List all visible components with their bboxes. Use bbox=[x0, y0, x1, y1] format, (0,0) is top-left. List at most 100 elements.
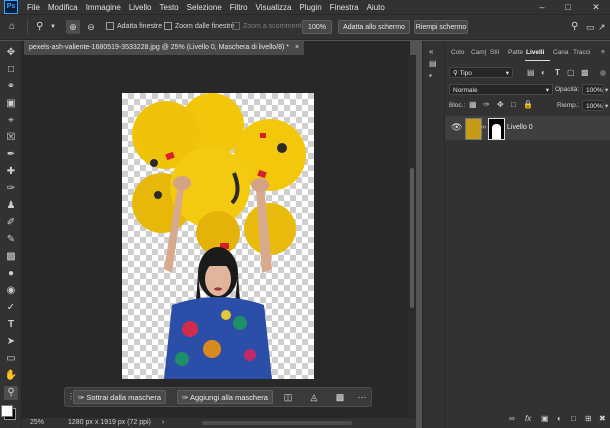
layer-thumbnail[interactable] bbox=[465, 118, 482, 140]
menu-livello[interactable]: Livello bbox=[125, 3, 156, 12]
crop-tool-icon[interactable]: ⌖ bbox=[4, 114, 18, 128]
dodge-tool-icon[interactable]: ◉ bbox=[4, 284, 18, 298]
properties-panel-icon[interactable]: ▤ bbox=[429, 59, 437, 68]
comments-panel-icon[interactable]: ▪ bbox=[429, 71, 432, 80]
fill-field[interactable]: 100% bbox=[582, 100, 604, 111]
filter-toggle[interactable] bbox=[600, 70, 606, 76]
add-to-mask-button[interactable]: ✑ Aggiungi alla maschera bbox=[177, 390, 273, 404]
menu-testo[interactable]: Testo bbox=[156, 3, 183, 12]
link-layers-icon[interactable]: ∞ bbox=[509, 414, 515, 423]
vertical-scrollbar-thumb[interactable] bbox=[410, 168, 414, 308]
status-menu-icon[interactable]: › bbox=[162, 419, 164, 426]
rectangle-tool-icon[interactable]: ▭ bbox=[4, 352, 18, 366]
share-icon[interactable]: ↗ bbox=[598, 15, 606, 39]
menu-modifica[interactable]: Modifica bbox=[44, 3, 82, 12]
layer-mask-thumbnail[interactable] bbox=[488, 118, 505, 140]
mask-options-icon[interactable]: ◫ bbox=[281, 390, 295, 404]
history-brush-tool-icon[interactable]: ✐ bbox=[4, 216, 18, 230]
riempi-schermo-button[interactable]: Riempi schermo bbox=[414, 20, 468, 34]
workspace-icon[interactable]: ▭ bbox=[586, 15, 595, 39]
visibility-eye-icon[interactable]: 👁 bbox=[451, 122, 462, 133]
adjustment-layer-icon[interactable]: ◐ bbox=[557, 414, 562, 423]
menu-aiuto[interactable]: Aiuto bbox=[363, 3, 389, 12]
hand-tool-icon[interactable]: ✋ bbox=[4, 369, 18, 383]
tab-stili[interactable]: Stil bbox=[490, 46, 499, 60]
more-options-icon[interactable]: ··· bbox=[355, 390, 369, 404]
adatta-allo-schermo-button[interactable]: Adatta allo schermo bbox=[338, 20, 410, 34]
lock-position-icon[interactable]: ✥ bbox=[497, 100, 504, 109]
new-layer-icon[interactable]: ⊞ bbox=[585, 414, 592, 423]
zoom-tool-icon[interactable]: ⚲ bbox=[4, 386, 18, 400]
chevron-down-icon[interactable]: ▼ bbox=[50, 15, 56, 39]
tab-canali[interactable]: Cana bbox=[553, 46, 569, 60]
close-tab-icon[interactable]: × bbox=[295, 44, 299, 51]
subtract-from-mask-button[interactable]: ✑ Sottrai dalla maschera bbox=[73, 390, 167, 404]
chevron-down-icon[interactable]: ▾ bbox=[605, 102, 608, 110]
marquee-tool-icon[interactable]: □ bbox=[4, 63, 18, 77]
blend-mode-dropdown[interactable]: Normale ▾ bbox=[449, 84, 553, 95]
filter-pixel-icon[interactable]: ▤ bbox=[527, 68, 535, 77]
layer-name[interactable]: Livello 0 bbox=[507, 124, 533, 131]
zoom-level[interactable]: 25% bbox=[30, 419, 44, 426]
drag-handle-icon[interactable]: ⋮ bbox=[67, 390, 75, 404]
minimize-icon[interactable]: – bbox=[530, 0, 554, 14]
brush-tool-icon[interactable]: ✑ bbox=[4, 182, 18, 196]
menu-immagine[interactable]: Immagine bbox=[82, 3, 125, 12]
menu-plugin[interactable]: Plugin bbox=[295, 3, 325, 12]
zoom-in-icon[interactable]: ⊕ bbox=[66, 20, 80, 34]
layer-style-icon[interactable]: fx bbox=[525, 414, 531, 423]
zoom-out-icon[interactable]: ⊖ bbox=[84, 20, 98, 34]
clone-stamp-tool-icon[interactable]: ♟ bbox=[4, 199, 18, 213]
horizontal-scrollbar-thumb[interactable] bbox=[202, 421, 352, 425]
lock-transparency-icon[interactable]: ▦ bbox=[469, 100, 477, 109]
document-image[interactable] bbox=[122, 93, 314, 379]
object-selection-tool-icon[interactable]: ▣ bbox=[4, 97, 18, 111]
path-selection-tool-icon[interactable]: ➤ bbox=[4, 335, 18, 349]
menu-finestra[interactable]: Finestra bbox=[326, 3, 363, 12]
filter-smart-object-icon[interactable]: ▩ bbox=[581, 68, 589, 77]
zoom-dalle-finestre-checkbox[interactable]: Zoom dalle finestre bbox=[164, 15, 235, 39]
collapse-panels-icon[interactable]: « bbox=[429, 47, 433, 56]
chevron-down-icon[interactable]: ▾ bbox=[605, 86, 608, 94]
layer-row[interactable]: 👁 ∞ Livello 0 bbox=[445, 116, 610, 140]
lock-artboard-icon[interactable]: □ bbox=[511, 100, 516, 109]
zoom-value-field[interactable]: 100% bbox=[302, 20, 332, 34]
maximize-icon[interactable]: □ bbox=[556, 0, 580, 14]
layer-filter-dropdown[interactable]: ⚲ Tipo ▾ bbox=[449, 67, 513, 78]
blur-tool-icon[interactable]: ● bbox=[4, 267, 18, 281]
lock-all-icon[interactable]: 🔒 bbox=[523, 100, 533, 109]
link-icon[interactable]: ∞ bbox=[481, 124, 486, 131]
lasso-tool-icon[interactable]: ⚭ bbox=[4, 80, 18, 94]
type-tool-icon[interactable]: T bbox=[4, 318, 18, 332]
lock-pixels-icon[interactable]: ✑ bbox=[483, 100, 490, 109]
opacity-field[interactable]: 100% bbox=[582, 84, 604, 95]
eyedropper-tool-icon[interactable]: ✒ bbox=[4, 148, 18, 162]
close-icon[interactable]: ✕ bbox=[584, 0, 608, 14]
mask-settings-icon[interactable]: ▩ bbox=[333, 390, 347, 404]
tab-livelli[interactable]: Livelli bbox=[526, 46, 544, 60]
menu-file[interactable]: File bbox=[23, 3, 44, 12]
tab-campioni[interactable]: Cam| bbox=[471, 46, 486, 60]
gradient-tool-icon[interactable]: ▩ bbox=[4, 250, 18, 264]
panel-menu-icon[interactable]: ≡ bbox=[601, 46, 605, 60]
tab-colore[interactable]: Colo bbox=[451, 46, 464, 60]
home-icon[interactable]: ⌂ bbox=[9, 15, 15, 39]
add-mask-icon[interactable]: ▣ bbox=[541, 414, 549, 423]
menu-selezione[interactable]: Selezione bbox=[183, 3, 226, 12]
delete-layer-icon[interactable]: ✖ bbox=[599, 414, 606, 423]
tab-pattern[interactable]: Patte bbox=[508, 46, 523, 60]
adatta-finestre-checkbox[interactable]: Adatta finestre bbox=[106, 15, 162, 39]
menu-filtro[interactable]: Filtro bbox=[226, 3, 252, 12]
pen-tool-icon[interactable]: ✓ bbox=[4, 301, 18, 315]
search-icon[interactable]: ⚲ bbox=[571, 15, 578, 39]
filter-adjustment-icon[interactable]: ◐ bbox=[541, 68, 546, 77]
menu-visualizza[interactable]: Visualizza bbox=[252, 3, 296, 12]
zoom-icon[interactable]: ⚲ bbox=[36, 15, 43, 39]
eraser-tool-icon[interactable]: ✎ bbox=[4, 233, 18, 247]
photoshop-logo[interactable]: Ps bbox=[4, 0, 18, 14]
new-group-icon[interactable]: □ bbox=[571, 414, 576, 423]
canvas-area[interactable]: ⋮ ✑ Sottrai dalla maschera ✑ Aggiungi al… bbox=[22, 55, 408, 418]
invert-mask-icon[interactable]: ◬ bbox=[307, 390, 321, 404]
frame-tool-icon[interactable]: ☒ bbox=[4, 131, 18, 145]
filter-type-icon[interactable]: T bbox=[555, 68, 560, 77]
